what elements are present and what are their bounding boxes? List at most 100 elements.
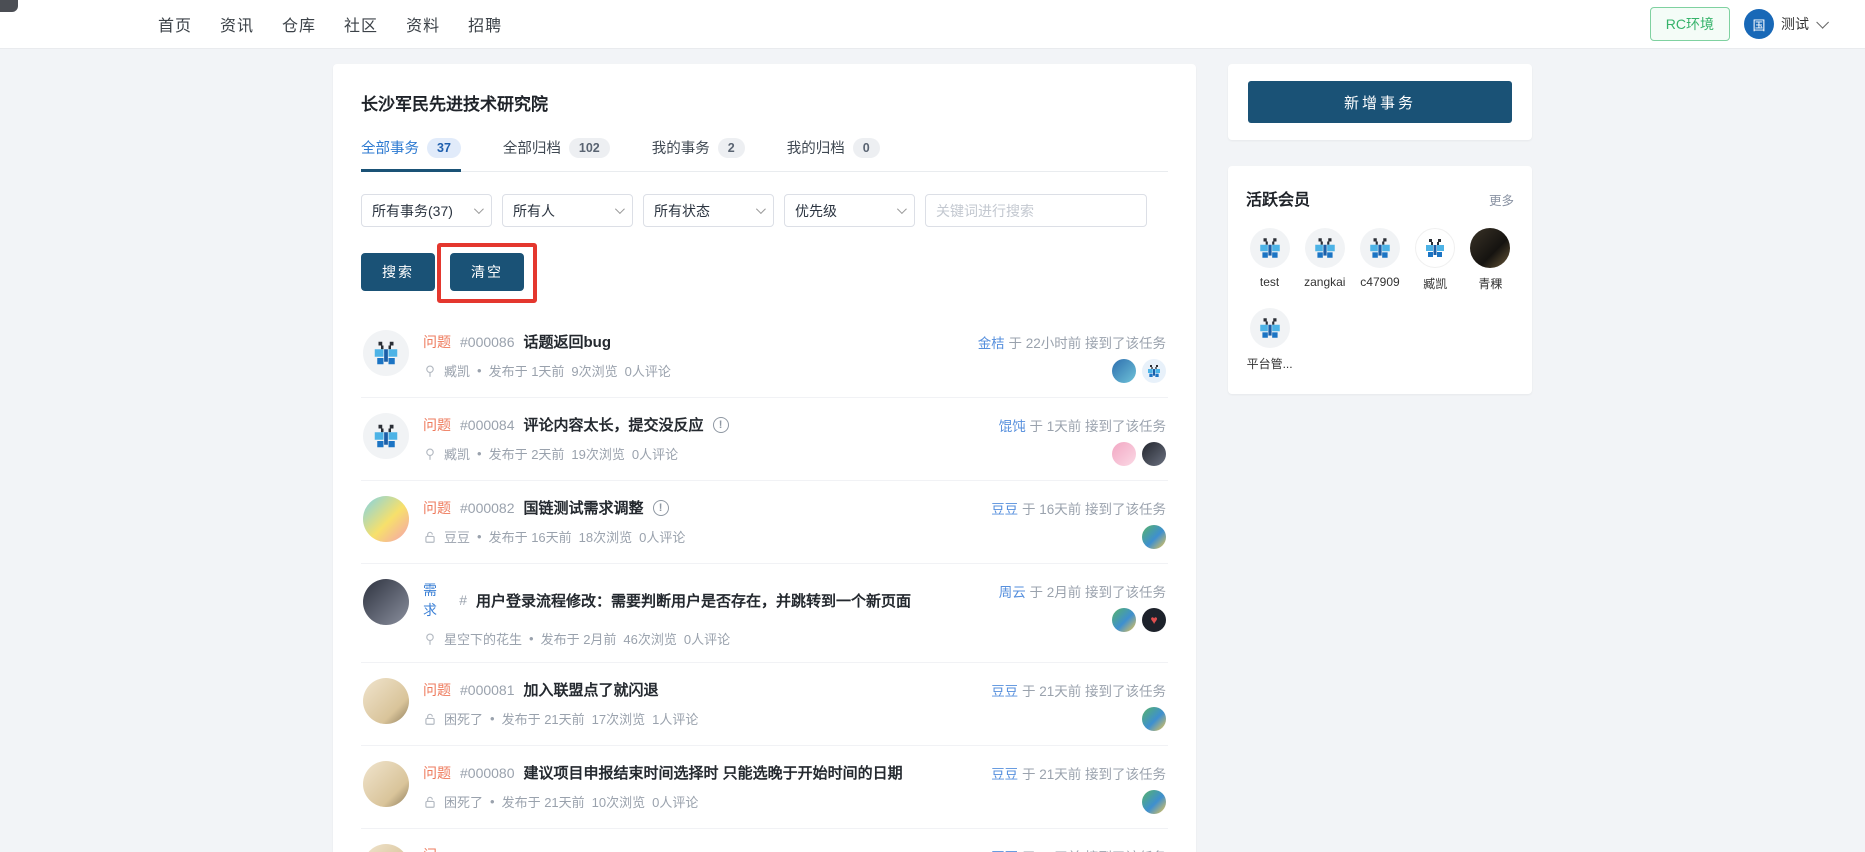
nav-item-jobs[interactable]: 招聘: [468, 12, 502, 36]
issue-title-link[interactable]: 用户登录流程修改：需要判断用户是否存在，并跳转到一个新页面: [476, 590, 911, 611]
issue-author[interactable]: 臧凯: [444, 361, 470, 380]
participant-avatar[interactable]: [1112, 359, 1136, 383]
author-avatar[interactable]: [363, 579, 409, 625]
issue-views: 18次浏览: [578, 530, 633, 545]
issue-author[interactable]: 困死了: [444, 709, 483, 728]
member-avatar[interactable]: [1304, 228, 1345, 268]
issue-title-link[interactable]: 国链测试需求调整: [524, 497, 644, 518]
participant-avatar[interactable]: [1142, 442, 1166, 466]
new-issue-card: 新增事务: [1228, 64, 1532, 140]
issue-comments: 0人评论: [631, 447, 679, 462]
issue-author[interactable]: 困死了: [444, 792, 483, 811]
assignee-link[interactable]: 豆豆: [991, 684, 1018, 699]
member-item[interactable]: c47909: [1356, 228, 1403, 292]
issue-row[interactable]: 问题 #000080 建议项目申报结束时间选择时 只能选晚于开始时间的日期 困死…: [361, 746, 1168, 829]
participant-avatar[interactable]: [1142, 707, 1166, 731]
issue-views: 19次浏览: [571, 447, 625, 462]
issue-row[interactable]: 问题 #000081 加入联盟点了就闪退 困死了 • 发布于 21天前 17次浏览…: [361, 663, 1168, 746]
info-icon: !: [652, 499, 669, 516]
member-item[interactable]: 臧凯: [1412, 228, 1459, 292]
clear-button[interactable]: 清空: [450, 253, 524, 291]
active-members-card: 活跃会员 更多 test zangkai c47909 臧凯 青稞 平台管...: [1228, 166, 1532, 394]
chevron-down-icon: [614, 204, 625, 215]
tab-my-issues[interactable]: 我的事务 2: [652, 137, 745, 171]
members-grid: test zangkai c47909 臧凯 青稞 平台管...: [1246, 228, 1514, 372]
member-name: 臧凯: [1423, 277, 1448, 291]
member-item[interactable]: zangkai: [1301, 228, 1348, 292]
issue-title-link[interactable]: 加入联盟点了就闪退: [524, 679, 659, 700]
assignee-link[interactable]: 豆豆: [991, 502, 1018, 517]
author-avatar[interactable]: [363, 496, 409, 542]
search-button[interactable]: 搜索: [361, 253, 435, 291]
tab-count-badge: 37: [427, 137, 461, 158]
member-item[interactable]: 平台管...: [1246, 308, 1293, 372]
select-value: 所有人: [513, 202, 555, 219]
rc-env-button[interactable]: RC环境: [1649, 7, 1730, 41]
participant-avatar[interactable]: [1142, 525, 1166, 549]
nav-item-resources[interactable]: 资料: [406, 12, 440, 36]
issue-row[interactable]: 问题 #000082 国链测试需求调整 ! 豆豆 • 发布于 16天前 18次浏览…: [361, 481, 1168, 564]
participant-avatar[interactable]: [1142, 359, 1166, 383]
logo-fragment: [0, 0, 18, 12]
filter-person-select[interactable]: 所有人: [502, 194, 633, 227]
tab-my-archived[interactable]: 我的归档 0: [787, 137, 880, 171]
issue-title-link[interactable]: 建议项目申报结束时间选择时 只能选晚于开始时间的日期: [524, 762, 903, 783]
tab-all-issues[interactable]: 全部事务 37: [361, 137, 461, 172]
nav-item-home[interactable]: 首页: [158, 12, 192, 36]
filter-priority-select[interactable]: 优先级: [784, 194, 915, 227]
participant-avatar[interactable]: [1112, 608, 1136, 632]
assignee-link[interactable]: 馄饨: [999, 419, 1026, 434]
issue-list: 问题 #000086 话题返回bug 臧凯 • 发布于 1天前 9次浏览 0人评论: [361, 315, 1168, 852]
nav-item-repos[interactable]: 仓库: [282, 12, 316, 36]
filter-row: 所有事务(37) 所有人 所有状态 优先级: [361, 194, 1168, 227]
author-avatar[interactable]: [363, 761, 409, 807]
issue-comments: 0人评论: [624, 364, 671, 379]
member-avatar[interactable]: [1470, 228, 1511, 268]
issue-author[interactable]: 星空下的花生: [444, 629, 522, 648]
participant-avatar[interactable]: [1112, 442, 1136, 466]
assigned-time: 于 2月前: [1029, 585, 1082, 600]
user-menu[interactable]: 国 测试: [1744, 9, 1829, 39]
participant-avatar[interactable]: ♥: [1142, 608, 1166, 632]
nav-item-community[interactable]: 社区: [344, 12, 378, 36]
assigned-action: 接到了该任务: [1085, 336, 1166, 351]
assigned-time: 于 21天前: [1021, 767, 1082, 782]
member-avatar[interactable]: [1249, 308, 1290, 348]
author-avatar[interactable]: [363, 678, 409, 724]
nav-item-news[interactable]: 资讯: [220, 12, 254, 36]
assigned-action: 接到了该任务: [1085, 585, 1166, 600]
issue-title-link[interactable]: 评论内容太长，提交没反应: [524, 414, 704, 435]
butterfly-avatar-icon: [371, 421, 401, 451]
filter-issue-type-select[interactable]: 所有事务(37): [361, 194, 492, 227]
member-item[interactable]: test: [1246, 228, 1293, 292]
keyword-search-input[interactable]: [925, 194, 1147, 227]
member-avatar[interactable]: [1359, 228, 1400, 268]
assignee-link[interactable]: 周云: [999, 585, 1026, 600]
issue-row[interactable]: 问题 #000086 话题返回bug 臧凯 • 发布于 1天前 9次浏览 0人评论: [361, 315, 1168, 398]
chevron-down-icon: [1816, 15, 1829, 29]
issue-row[interactable]: 问题 #000084 评论内容太长，提交没反应 ! 臧凯 • 发布于 2天前 19…: [361, 398, 1168, 481]
tab-count-badge: 2: [717, 137, 745, 158]
butterfly-avatar-icon: [1367, 235, 1393, 261]
author-avatar[interactable]: [363, 844, 409, 852]
issue-row[interactable]: 需求 # 用户登录流程修改：需要判断用户是否存在，并跳转到一个新页面 星空下的花…: [361, 564, 1168, 663]
more-link[interactable]: 更多: [1489, 190, 1514, 209]
member-item[interactable]: 青稞: [1467, 228, 1514, 292]
filter-status-select[interactable]: 所有状态: [643, 194, 774, 227]
author-avatar[interactable]: [363, 330, 409, 376]
user-avatar[interactable]: 国: [1744, 9, 1774, 39]
author-avatar[interactable]: [363, 413, 409, 459]
assignee-link[interactable]: 豆豆: [991, 767, 1018, 782]
issue-row[interactable]: 问题 #000079 项目申报年份在2023年之后的申报方向和专项都没提供选项 …: [361, 829, 1168, 852]
lock-icon: [423, 795, 437, 809]
issue-title-link[interactable]: 话题返回bug: [524, 331, 612, 352]
assignee-link[interactable]: 金桔: [978, 336, 1005, 351]
member-avatar[interactable]: [1415, 228, 1456, 268]
participant-avatar[interactable]: [1142, 790, 1166, 814]
issue-author[interactable]: 臧凯: [444, 444, 470, 463]
assigned-time: 于 1天前: [1029, 419, 1082, 434]
tab-all-archived[interactable]: 全部归档 102: [503, 137, 610, 171]
member-avatar[interactable]: [1249, 228, 1290, 268]
new-issue-button[interactable]: 新增事务: [1248, 81, 1512, 123]
issue-author[interactable]: 豆豆: [444, 527, 470, 546]
